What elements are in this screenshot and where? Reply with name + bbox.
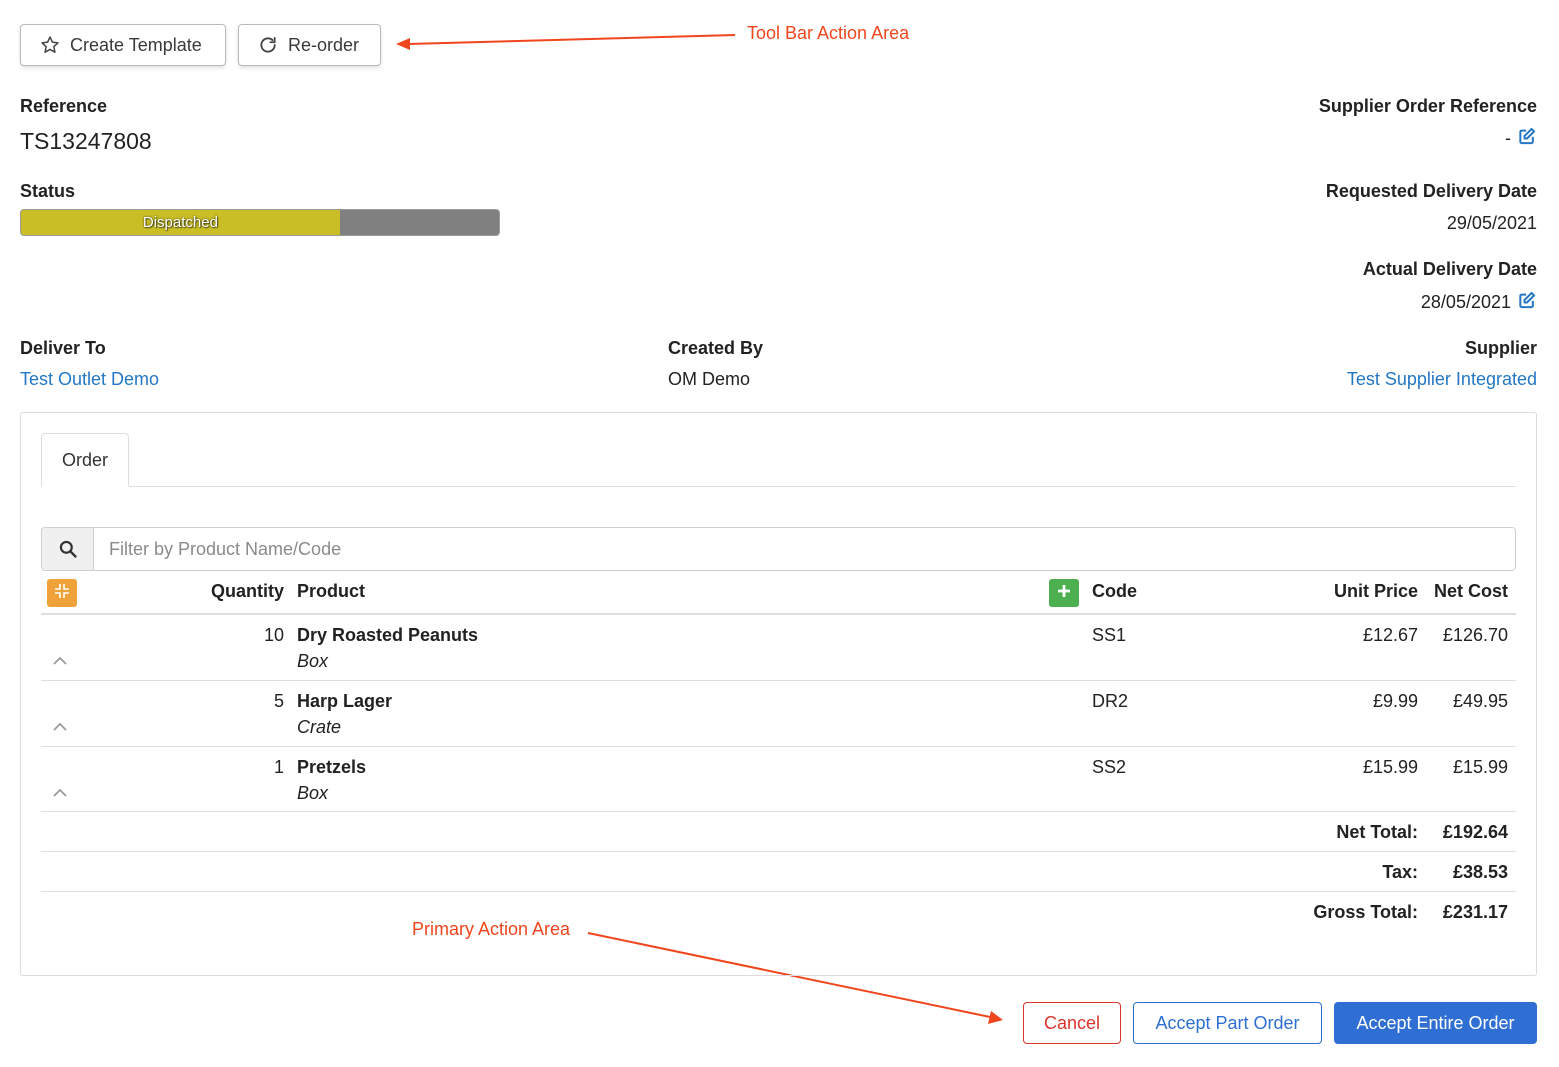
tab-divider: [41, 486, 1516, 487]
reference-value: TS13247808: [20, 128, 152, 154]
row-divider: [41, 746, 1516, 747]
row-code: SS2: [1092, 757, 1127, 777]
actual-date-label: Actual Delivery Date: [1362, 259, 1537, 279]
row-product-name: Pretzels: [297, 757, 367, 777]
header-divider: [41, 613, 1516, 615]
row-net-cost: £15.99: [1452, 757, 1508, 777]
accept-entire-order-button[interactable]: Accept Entire Order: [1334, 1002, 1537, 1044]
supplier-ref-label: Supplier Order Reference: [1318, 96, 1537, 116]
row-divider: [41, 811, 1516, 812]
chevron-up-icon[interactable]: [52, 720, 68, 738]
created-by-value: OM Demo: [668, 369, 751, 389]
plus-icon: [1056, 583, 1072, 604]
product-filter: [41, 527, 1516, 571]
requested-date-value: 29/05/2021: [1446, 213, 1537, 233]
row-divider: [41, 851, 1516, 852]
supplier-label: Supplier: [1464, 338, 1537, 358]
edit-icon[interactable]: [1517, 290, 1537, 315]
collapse-all-button[interactable]: [47, 579, 77, 607]
status-value: Dispatched: [142, 214, 218, 231]
deliver-to-link[interactable]: Test Outlet Demo: [20, 369, 159, 390]
supplier-ref-row: -: [1505, 126, 1537, 151]
row-product-name: Dry Roasted Peanuts: [297, 625, 479, 645]
actual-date-value: 28/05/2021: [1420, 292, 1511, 312]
row-product-unit: Crate: [297, 717, 342, 737]
gross-total-label: Gross Total:: [1313, 902, 1418, 922]
status-progress-fill: Dispatched: [21, 210, 340, 235]
chevron-up-icon[interactable]: [52, 786, 68, 804]
row-quantity: 1: [273, 757, 284, 777]
row-code: SS1: [1092, 625, 1127, 645]
column-header-unit-price: Unit Price: [1333, 581, 1418, 601]
row-code: DR2: [1092, 691, 1129, 711]
row-unit-price: £12.67: [1362, 625, 1418, 645]
row-product-unit: Box: [297, 651, 329, 671]
status-label: Status: [20, 181, 76, 201]
edit-icon[interactable]: [1517, 126, 1537, 151]
row-divider: [41, 680, 1516, 681]
row-product-unit: Box: [297, 783, 329, 803]
row-net-cost: £126.70: [1442, 625, 1508, 645]
row-unit-price: £15.99: [1362, 757, 1418, 777]
row-quantity: 10: [263, 625, 284, 645]
row-quantity: 5: [273, 691, 284, 711]
column-header-product: Product: [297, 581, 366, 601]
supplier-link[interactable]: Test Supplier Integrated: [1347, 369, 1537, 390]
status-progress-bar: Dispatched: [20, 209, 500, 236]
row-product-name: Harp Lager: [297, 691, 393, 711]
row-net-cost: £49.95: [1452, 691, 1508, 711]
tab-order-label: Order: [61, 449, 108, 470]
tax-label: Tax:: [1382, 862, 1418, 882]
supplier-ref-value: -: [1505, 128, 1511, 148]
add-product-button[interactable]: [1049, 579, 1079, 607]
row-unit-price: £9.99: [1372, 691, 1418, 711]
row-divider: [41, 891, 1516, 892]
column-header-net-cost: Net Cost: [1433, 581, 1508, 601]
requested-date-label: Requested Delivery Date: [1325, 181, 1537, 201]
net-total-label: Net Total:: [1336, 822, 1418, 842]
cancel-button[interactable]: Cancel: [1023, 1002, 1121, 1044]
chevron-up-icon[interactable]: [52, 654, 68, 672]
toolbar-annotation: Tool Bar Action Area: [747, 23, 910, 43]
gross-total-value: £231.17: [1442, 902, 1508, 922]
tab-order[interactable]: Order: [41, 433, 129, 487]
accept-part-order-button[interactable]: Accept Part Order: [1133, 1002, 1322, 1044]
compress-icon: [54, 583, 70, 604]
order-panel: Order Quantity Product Code Unit Price N…: [20, 412, 1537, 976]
created-by-label: Created By: [668, 338, 764, 358]
reference-label: Reference: [20, 96, 108, 116]
net-total-value: £192.64: [1442, 822, 1508, 842]
column-header-quantity: Quantity: [210, 581, 284, 601]
tax-value: £38.53: [1452, 862, 1508, 882]
deliver-to-label: Deliver To: [20, 338, 106, 358]
actual-date-row: 28/05/2021: [1421, 290, 1537, 315]
search-icon[interactable]: [42, 528, 94, 570]
column-header-code: Code: [1092, 581, 1137, 601]
search-input[interactable]: [94, 528, 1515, 570]
